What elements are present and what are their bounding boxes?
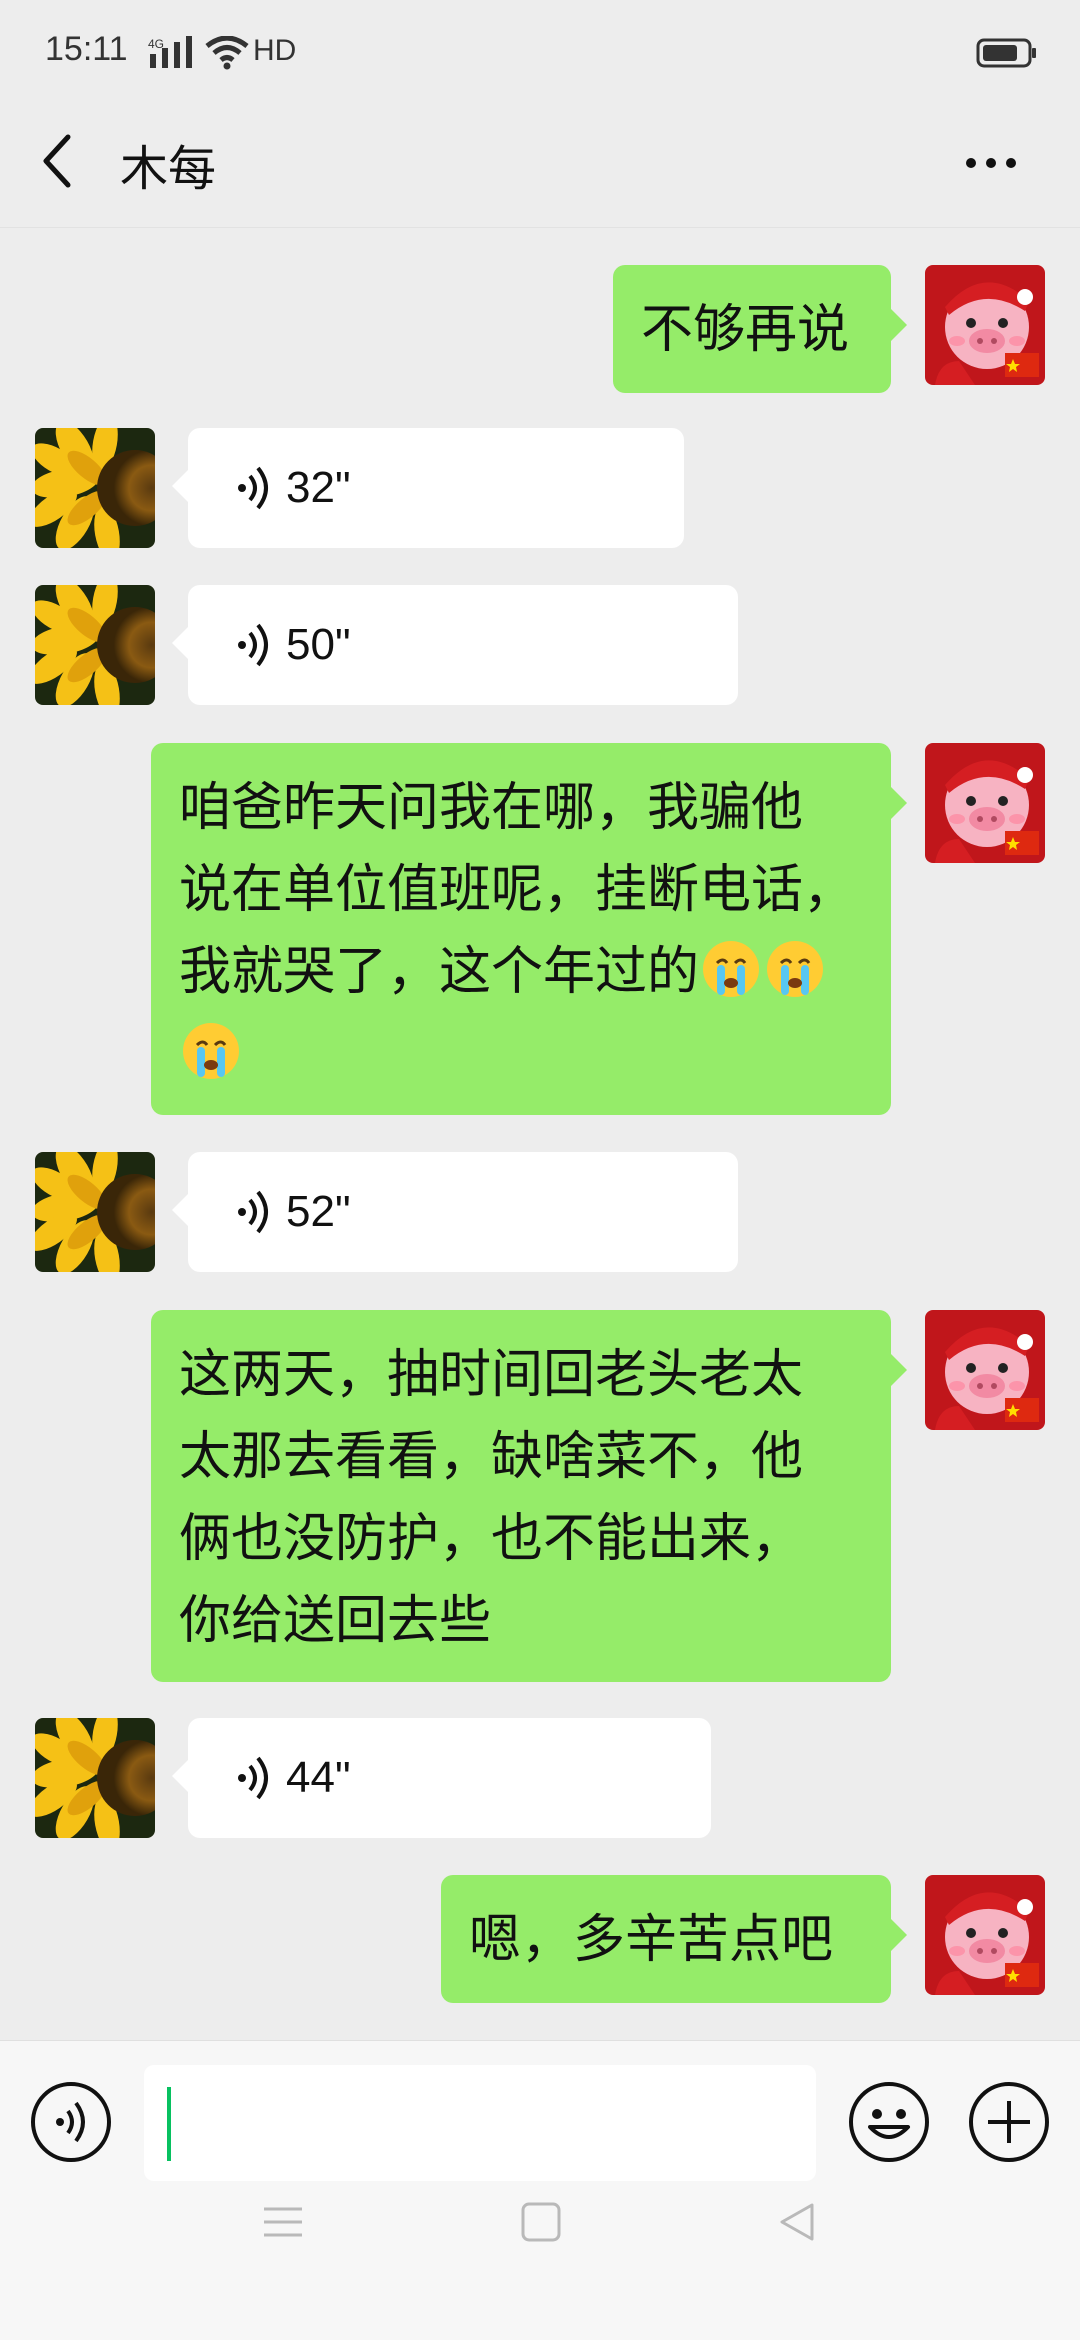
sent-message-bubble[interactable]: 咱爸昨天问我在哪，我骗他 说在单位值班呢，挂断电话， 我就哭了，这个年过的 (151, 743, 907, 1115)
home-square-icon[interactable] (520, 2201, 562, 2243)
my-avatar[interactable] (925, 1875, 1045, 1995)
voice-toggle-icon[interactable] (30, 2081, 112, 2163)
wifi-icon (205, 36, 249, 70)
crying-face-emoji (767, 941, 824, 997)
status-hd-label: HD (253, 34, 297, 67)
crying-face-emoji (703, 941, 760, 997)
sent-message-bubble[interactable]: 不够再说 (613, 265, 907, 393)
input-bar (0, 2040, 1080, 2201)
message-text: 不够再说 (641, 300, 850, 360)
status-bar: 15:11 4G HD (0, 0, 1080, 105)
voice-message-bubble[interactable]: 52" (172, 1152, 738, 1272)
message-text: 嗯，多辛苦点吧 (469, 1910, 834, 1970)
system-navigation-bar (0, 2200, 1080, 2340)
voice-duration: 52" (286, 1187, 351, 1236)
sent-message-bubble[interactable]: 嗯，多辛苦点吧 (441, 1875, 907, 2003)
voice-message-bubble[interactable]: 44" (172, 1718, 711, 1838)
contact-avatar[interactable] (35, 585, 155, 705)
status-time: 15:11 (45, 30, 128, 68)
chevron-left-icon[interactable] (38, 131, 78, 191)
voice-wave-icon (238, 466, 268, 510)
plus-icon[interactable] (968, 2081, 1050, 2163)
contact-avatar[interactable] (35, 428, 155, 548)
crying-face-emoji (183, 1023, 239, 1079)
contact-avatar[interactable] (35, 1718, 155, 1838)
voice-wave-icon (238, 1190, 268, 1234)
message-line: 你给送回去些 (179, 1591, 492, 1651)
voice-wave-icon (238, 1756, 268, 1800)
smiley-icon[interactable] (848, 2081, 930, 2163)
back-triangle-icon[interactable] (776, 2201, 818, 2243)
message-line: 我就哭了，这个年过的 (179, 942, 700, 1002)
my-avatar[interactable] (925, 743, 1045, 863)
voice-duration: 44" (286, 1753, 351, 1802)
voice-message-bubble[interactable]: 32" (172, 428, 684, 548)
message-input[interactable] (144, 2065, 816, 2181)
battery-icon (976, 38, 1036, 68)
contact-avatar[interactable] (35, 1152, 155, 1272)
sent-message-bubble[interactable]: 这两天，抽时间回老头老太 太那去看看，缺啥菜不，他 俩也没防护，也不能出来， 你… (151, 1310, 907, 1682)
voice-duration: 50" (286, 620, 351, 669)
my-avatar[interactable] (925, 265, 1045, 385)
message-line: 说在单位值班呢，挂断电话， (179, 860, 856, 920)
chat-header: 木每 (0, 105, 1080, 228)
voice-duration: 32" (286, 463, 351, 512)
cellular-signal-icon: 4G (148, 36, 192, 68)
my-avatar[interactable] (925, 1310, 1045, 1430)
voice-wave-icon (238, 623, 268, 667)
chat-title: 木每 (120, 141, 217, 197)
message-line: 俩也没防护，也不能出来， (179, 1509, 804, 1569)
message-line: 太那去看看，缺啥菜不，他 (179, 1427, 804, 1487)
message-line: 咱爸昨天问我在哪，我骗他 (179, 778, 804, 838)
message-line: 这两天，抽时间回老头老太 (179, 1345, 804, 1405)
more-dots-icon[interactable] (966, 153, 1026, 172)
voice-message-bubble[interactable]: 50" (172, 585, 738, 705)
network-type-label: 4G (148, 37, 164, 51)
text-caret (167, 2087, 171, 2161)
menu-icon[interactable] (262, 2201, 304, 2243)
